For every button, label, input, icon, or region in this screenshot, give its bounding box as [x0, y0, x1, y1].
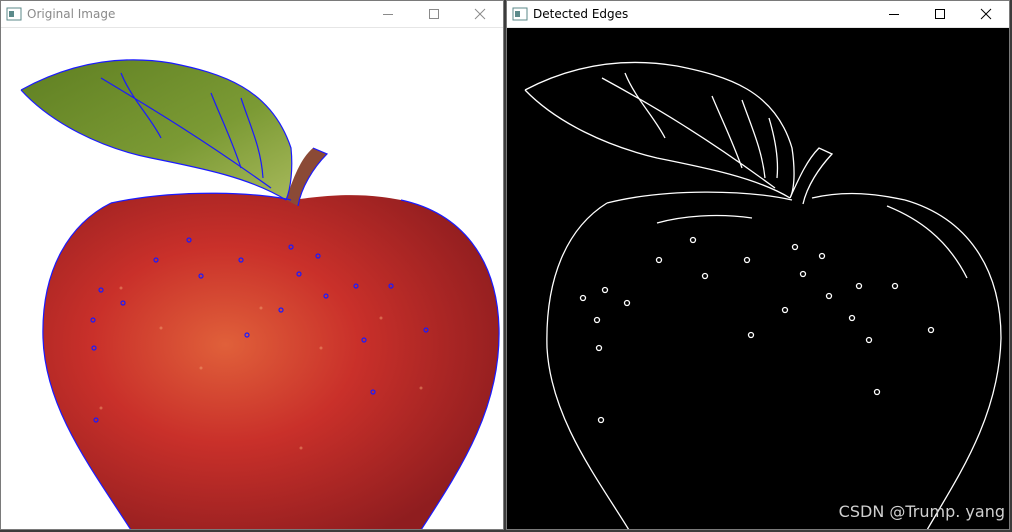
apple-body	[42, 193, 500, 529]
apple-with-edges-image	[20, 59, 500, 529]
close-button[interactable]	[963, 1, 1009, 27]
maximize-button[interactable]	[917, 1, 963, 27]
app-icon	[6, 7, 22, 21]
window-controls	[871, 1, 1009, 27]
maximize-icon	[935, 9, 945, 19]
minimize-button[interactable]	[871, 1, 917, 27]
maximize-icon	[429, 9, 439, 19]
watermark-text: CSDN @Trump. yang	[838, 502, 1005, 521]
edge-lines	[524, 61, 1002, 529]
canny-edges-image	[524, 61, 1002, 529]
detected-edges-window[interactable]: Detected Edges CSDN @Trump. yang	[506, 0, 1010, 530]
close-icon	[474, 8, 486, 20]
edge-image: CSDN @Trump. yang	[507, 28, 1009, 529]
original-image	[1, 28, 503, 529]
maximize-button[interactable]	[411, 1, 457, 27]
title-bar[interactable]: Original Image	[1, 1, 503, 28]
window-title: Original Image	[27, 7, 116, 21]
minimize-button[interactable]	[365, 1, 411, 27]
window-title: Detected Edges	[533, 7, 629, 21]
original-image-window[interactable]: Original Image	[0, 0, 504, 530]
minimize-icon	[383, 14, 393, 15]
app-icon	[512, 7, 528, 21]
title-bar[interactable]: Detected Edges	[507, 1, 1009, 28]
window-controls	[365, 1, 503, 27]
close-icon	[980, 8, 992, 20]
close-button[interactable]	[457, 1, 503, 27]
minimize-icon	[889, 14, 899, 15]
